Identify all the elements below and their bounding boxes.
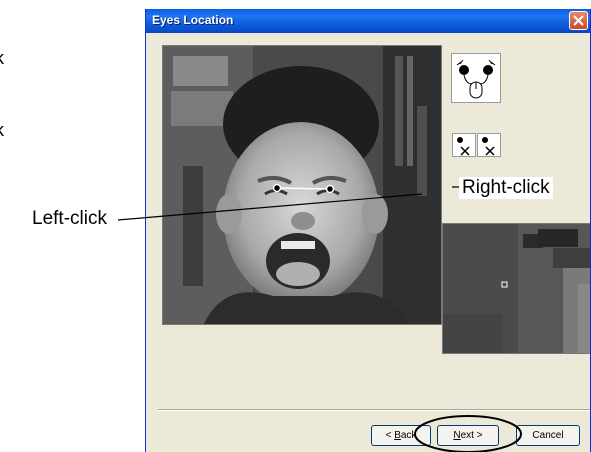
clear-right-eye-icon <box>482 137 495 156</box>
zoom-preview <box>442 223 590 354</box>
zoom-preview-image <box>443 224 590 353</box>
clear-left-eye-icon <box>457 137 470 156</box>
left-click-callout: Left-click <box>32 208 107 229</box>
cropped-text-fragment: k <box>0 48 4 69</box>
eye-mode-button[interactable] <box>451 53 501 103</box>
close-button[interactable] <box>569 11 588 30</box>
right-click-callout: Right-click <box>459 177 553 199</box>
right-eye-marker <box>325 184 335 194</box>
close-icon <box>573 15 584 26</box>
window-title: Eyes Location <box>152 13 234 27</box>
clear-right-eye-button[interactable] <box>477 133 501 157</box>
eyes-location-dialog: Eyes Location < Back Next > Cancel <box>145 9 591 452</box>
left-eye-marker <box>272 183 282 193</box>
back-button[interactable]: < Back <box>371 425 431 446</box>
title-bar: Eyes Location <box>146 9 590 33</box>
next-button[interactable]: Next > <box>437 425 499 446</box>
eye-markers <box>272 183 335 194</box>
photo-canvas[interactable] <box>162 45 442 325</box>
separator <box>158 409 590 411</box>
cropped-text-fragment: k <box>0 120 4 141</box>
clear-left-eye-button[interactable] <box>452 133 476 157</box>
eyes-mouse-click-icon <box>456 59 496 99</box>
cancel-button[interactable]: Cancel <box>516 425 580 446</box>
